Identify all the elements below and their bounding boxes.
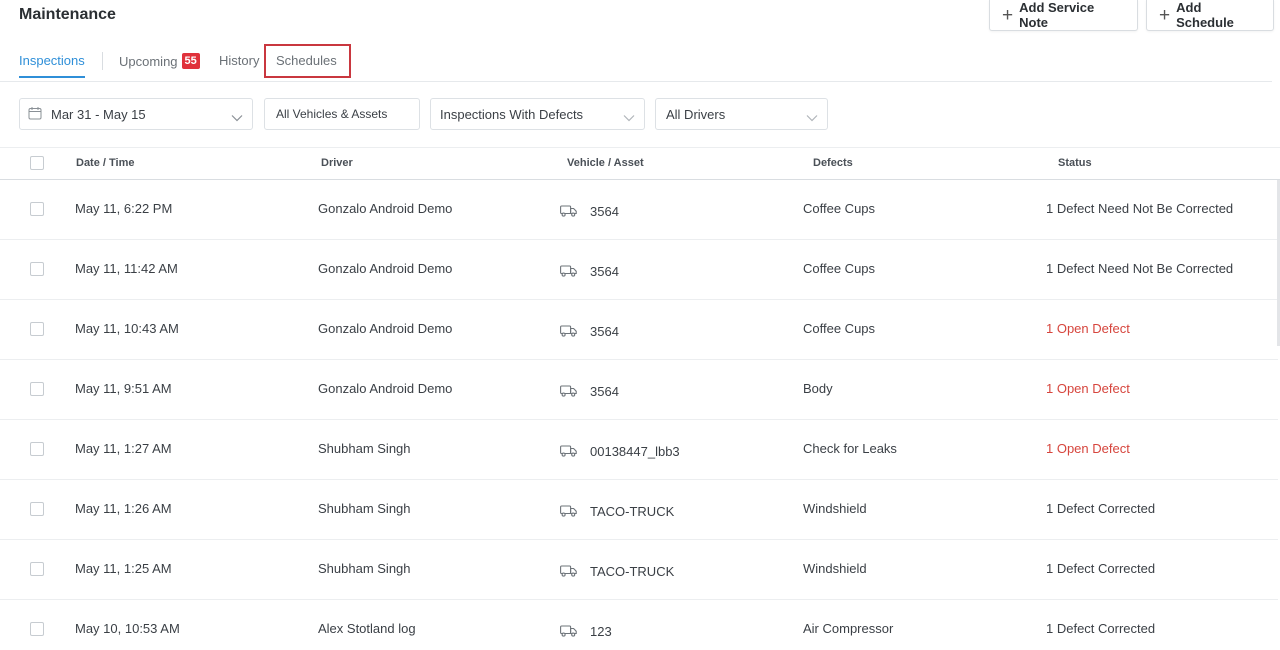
add-service-note-button[interactable]: + Add Service Note bbox=[989, 0, 1138, 31]
row-vehicle: TACO-TRUCK bbox=[590, 504, 675, 519]
row-date: May 11, 9:51 AM bbox=[75, 381, 172, 396]
chevron-down-icon bbox=[623, 110, 635, 125]
row-driver: Shubham Singh bbox=[318, 561, 411, 576]
table-row[interactable]: May 11, 9:51 AM Gonzalo Android Demo 3564 B… bbox=[0, 360, 1278, 420]
truck-icon bbox=[560, 624, 577, 642]
plus-icon: + bbox=[1002, 4, 1014, 26]
row-status: 1 Defect Need Not Be Corrected bbox=[1046, 261, 1234, 276]
row-status: 1 Defect Corrected bbox=[1046, 621, 1156, 636]
defects-filter[interactable]: Inspections With Defects bbox=[430, 98, 645, 130]
row-date: May 11, 6:22 PM bbox=[75, 201, 173, 216]
chevron-down-icon bbox=[806, 110, 818, 125]
tab-inspections[interactable]: Inspections bbox=[19, 53, 85, 68]
upcoming-count-badge: 55 bbox=[181, 53, 200, 69]
drivers-filter[interactable]: All Drivers bbox=[655, 98, 828, 130]
add-schedule-button[interactable]: + Add Schedule bbox=[1146, 0, 1274, 31]
active-tab-indicator bbox=[19, 76, 85, 78]
row-status: 1 Open Defect bbox=[1046, 381, 1130, 396]
row-checkbox[interactable] bbox=[30, 562, 44, 576]
truck-icon bbox=[560, 264, 577, 282]
truck-icon bbox=[560, 444, 577, 462]
column-header-defects[interactable]: Defects bbox=[813, 157, 853, 169]
row-vehicle: 3564 bbox=[590, 204, 619, 219]
row-defect: Coffee Cups bbox=[803, 261, 876, 276]
row-checkbox[interactable] bbox=[30, 322, 44, 336]
add-service-note-label: Add Service Note bbox=[1019, 0, 1095, 30]
row-driver: Gonzalo Android Demo bbox=[318, 261, 453, 276]
select-all-checkbox[interactable] bbox=[30, 156, 44, 170]
table-row[interactable]: May 11, 1:26 AM Shubham Singh TACO-TRUCK Wi… bbox=[0, 480, 1278, 540]
truck-icon bbox=[560, 204, 577, 222]
row-checkbox[interactable] bbox=[30, 202, 44, 216]
table-row[interactable]: May 11, 6:22 PM Gonzalo Android Demo 3564 C… bbox=[0, 180, 1278, 240]
drivers-filter-value: All Drivers bbox=[666, 106, 726, 122]
date-range-value: Mar 31 - May 15 bbox=[51, 106, 146, 122]
row-defect: Body bbox=[803, 381, 833, 396]
row-vehicle: TACO-TRUCK bbox=[590, 564, 675, 579]
column-header-date[interactable]: Date / Time bbox=[76, 157, 135, 169]
row-driver: Gonzalo Android Demo bbox=[318, 381, 453, 396]
tab-upcoming-label: Upcoming bbox=[119, 53, 178, 69]
row-vehicle: 3564 bbox=[590, 384, 619, 399]
truck-icon bbox=[560, 324, 577, 342]
row-date: May 11, 10:43 AM bbox=[75, 321, 179, 336]
row-date: May 10, 10:53 AM bbox=[75, 621, 180, 636]
truck-icon bbox=[560, 384, 577, 402]
table-row[interactable]: May 11, 11:42 AM Gonzalo Android Demo 3564… bbox=[0, 240, 1278, 300]
row-defect: Coffee Cups bbox=[803, 321, 876, 336]
tab-upcoming[interactable]: Upcoming 55 bbox=[119, 53, 200, 69]
row-vehicle: 3564 bbox=[590, 324, 619, 339]
row-defect: Check for Leaks bbox=[803, 441, 897, 456]
row-defect: Coffee Cups bbox=[803, 201, 876, 216]
truck-icon bbox=[560, 564, 577, 582]
row-defect: Windshield bbox=[803, 561, 867, 576]
row-driver: Gonzalo Android Demo bbox=[318, 201, 453, 216]
date-range-filter[interactable]: Mar 31 - May 15 bbox=[19, 98, 253, 130]
calendar-icon bbox=[28, 106, 42, 123]
row-status: 1 Defect Corrected bbox=[1046, 561, 1156, 576]
row-checkbox[interactable] bbox=[30, 442, 44, 456]
tab-history[interactable]: History bbox=[219, 53, 259, 68]
vehicles-filter-value: All Vehicles & Assets bbox=[276, 107, 388, 121]
row-checkbox[interactable] bbox=[30, 262, 44, 276]
chevron-down-icon bbox=[231, 110, 243, 125]
row-defect: Windshield bbox=[803, 501, 867, 516]
row-vehicle: 00138447_lbb3 bbox=[590, 444, 680, 459]
tab-bar: Inspections Upcoming 55 History Schedule… bbox=[0, 41, 1272, 82]
row-status: 1 Defect Corrected bbox=[1046, 501, 1156, 516]
schedules-tab-highlight bbox=[264, 44, 351, 78]
row-status: 1 Defect Need Not Be Corrected bbox=[1046, 201, 1234, 216]
table-row[interactable]: May 11, 1:25 AM Shubham Singh TACO-TRUCK Wi… bbox=[0, 540, 1278, 600]
row-checkbox[interactable] bbox=[30, 382, 44, 396]
row-date: May 11, 11:42 AM bbox=[75, 261, 178, 276]
row-checkbox[interactable] bbox=[30, 502, 44, 516]
row-driver: Alex Stotland log bbox=[318, 621, 416, 636]
row-date: May 11, 1:26 AM bbox=[75, 501, 172, 516]
row-vehicle: 3564 bbox=[590, 264, 619, 279]
row-date: May 11, 1:27 AM bbox=[75, 441, 172, 456]
row-checkbox[interactable] bbox=[30, 622, 44, 636]
table-row[interactable]: May 11, 1:27 AM Shubham Singh 00138447_lbb… bbox=[0, 420, 1278, 480]
column-header-driver[interactable]: Driver bbox=[321, 157, 353, 169]
row-status: 1 Open Defect bbox=[1046, 441, 1130, 456]
defects-filter-value: Inspections With Defects bbox=[440, 106, 584, 122]
row-driver: Shubham Singh bbox=[318, 441, 411, 456]
row-vehicle: 123 bbox=[590, 624, 612, 639]
row-driver: Gonzalo Android Demo bbox=[318, 321, 453, 336]
table-header: Date / Time Driver Vehicle / Asset Defec… bbox=[0, 147, 1280, 180]
add-schedule-label: Add Schedule bbox=[1176, 0, 1234, 30]
vehicles-filter[interactable]: All Vehicles & Assets bbox=[264, 98, 420, 130]
table-row[interactable]: May 10, 10:53 AM Alex Stotland log 123 Air … bbox=[0, 600, 1278, 650]
truck-icon bbox=[560, 504, 577, 522]
row-defect: Air Compressor bbox=[803, 621, 894, 636]
row-status: 1 Open Defect bbox=[1046, 321, 1130, 336]
row-driver: Shubham Singh bbox=[318, 501, 411, 516]
table-row[interactable]: May 11, 10:43 AM Gonzalo Android Demo 3564… bbox=[0, 300, 1278, 360]
plus-icon: + bbox=[1159, 4, 1171, 26]
row-date: May 11, 1:25 AM bbox=[75, 561, 172, 576]
column-header-status[interactable]: Status bbox=[1058, 157, 1092, 169]
column-header-vehicle[interactable]: Vehicle / Asset bbox=[567, 157, 644, 169]
page-title: Maintenance bbox=[19, 6, 116, 23]
tab-divider bbox=[102, 52, 103, 70]
